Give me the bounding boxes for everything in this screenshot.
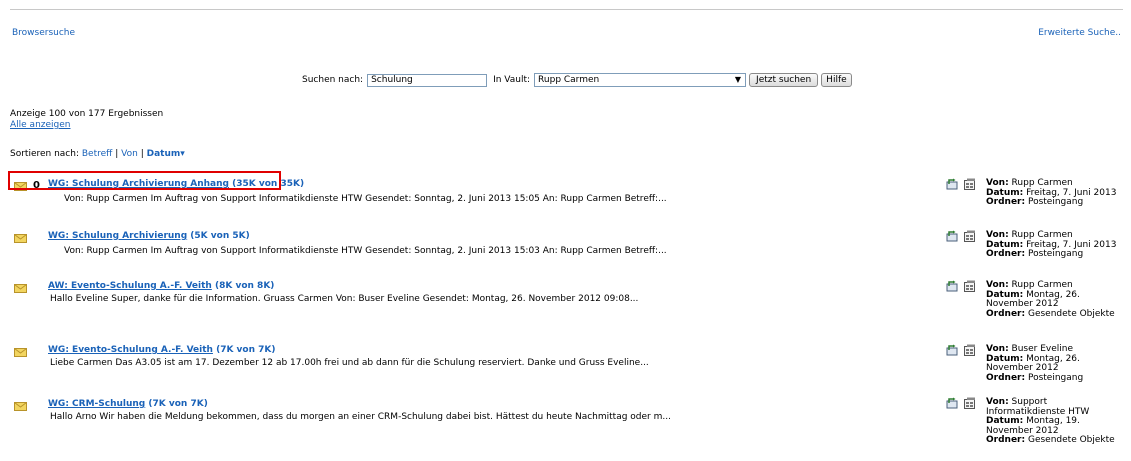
date-label: Datum: — [986, 416, 1024, 426]
result-size: (7K von 7K) — [148, 399, 208, 409]
show-all-link[interactable]: Alle anzeigen — [10, 120, 71, 130]
folder-value: Gesendete Objekte — [1027, 308, 1115, 319]
result-snippet: Von: Rupp Carmen Im Auftrag von Support … — [64, 194, 667, 204]
result-size: (8K von 8K) — [214, 281, 275, 291]
envelope-icon — [14, 348, 27, 357]
restore-icon[interactable] — [946, 178, 958, 190]
browse-search-link[interactable]: Browsersuche — [12, 28, 75, 38]
from-label: Von: — [986, 178, 1009, 188]
search-label: Suchen nach: — [302, 75, 364, 85]
date-label: Datum: — [986, 239, 1024, 250]
folder-value: Posteingang — [1027, 197, 1084, 207]
folder-value: Posteingang — [1027, 249, 1084, 259]
search-button[interactable]: Jetzt suchen — [749, 73, 819, 87]
result-snippet: Hallo Eveline Super, danke für die Infor… — [50, 294, 639, 304]
folder-label: Ordner: — [986, 308, 1026, 319]
subject-link[interactable]: AW: Evento-Schulung A.-F. Veith — [48, 281, 212, 291]
result-snippet: Von: Rupp Carmen Im Auftrag von Support … — [64, 246, 667, 256]
sort-desc-icon: ▾ — [180, 149, 185, 159]
highlight-box — [8, 171, 281, 190]
date-label: Datum: — [986, 187, 1024, 198]
folder-label: Ordner: — [986, 197, 1026, 207]
date-label: Datum: — [986, 289, 1024, 300]
from-value: Rupp Carmen — [1011, 280, 1073, 290]
date-value: Freitag, 7. Juni 2013 — [1026, 239, 1117, 250]
advanced-search-link[interactable]: Erweiterte Suche.. — [1038, 28, 1121, 38]
result-count: Anzeige 100 von 177 Ergebnissen — [10, 109, 164, 119]
restore-icon[interactable] — [946, 230, 958, 242]
vault-select-value: Rupp Carmen — [538, 75, 600, 85]
result-meta: Von: Rupp Carmen Datum: Freitag, 7. Juni… — [986, 230, 1121, 260]
sort-separator: | — [115, 149, 119, 159]
date-value: Freitag, 7. Juni 2013 — [1026, 187, 1117, 198]
help-button[interactable]: Hilfe — [821, 73, 852, 87]
vault-label: In Vault: — [493, 75, 531, 85]
subject-link[interactable]: WG: Schulung Archivierung — [48, 231, 187, 241]
from-label: Von: — [986, 397, 1009, 407]
envelope-icon — [14, 234, 27, 243]
message-properties-icon[interactable] — [964, 397, 976, 409]
subject-link[interactable]: WG: Evento-Schulung A.-F. Veith — [48, 345, 213, 355]
folder-label: Ordner: — [986, 435, 1026, 445]
message-properties-icon[interactable] — [964, 230, 976, 242]
chevron-down-icon: ▼ — [734, 75, 742, 84]
sort-date-link[interactable]: Datum▾ — [147, 149, 185, 159]
date-label: Datum: — [986, 353, 1024, 364]
message-properties-icon[interactable] — [964, 344, 976, 356]
result-size: (5K von 5K) — [190, 231, 250, 241]
from-value: Rupp Carmen — [1011, 230, 1073, 240]
from-label: Von: — [986, 344, 1009, 354]
folder-label: Ordner: — [986, 249, 1026, 259]
envelope-icon — [14, 284, 27, 293]
from-value: Buser Eveline — [1011, 344, 1074, 354]
from-value: Rupp Carmen — [1011, 178, 1073, 188]
folder-label: Ordner: — [986, 372, 1026, 383]
result-meta: Von: Rupp Carmen Datum: Montag, 26. Nove… — [986, 280, 1121, 319]
folder-value: Gesendete Objekte — [1027, 435, 1115, 445]
folder-value: Posteingang — [1027, 372, 1084, 383]
result-size: (7K von 7K) — [216, 345, 276, 355]
sort-separator: | — [140, 149, 144, 159]
sort-from-link[interactable]: Von — [121, 149, 138, 159]
result-subject: WG: Evento-Schulung A.-F. Veith (7K von … — [48, 345, 276, 355]
from-label: Von: — [986, 280, 1009, 290]
search-input[interactable] — [367, 73, 488, 87]
result-meta: Von: Buser Eveline Datum: Montag, 26. No… — [986, 344, 1121, 383]
sort-bar: Sortieren nach: Betreff | Von | Datum▾ — [10, 149, 185, 159]
restore-icon[interactable] — [946, 280, 958, 292]
sort-label: Sortieren nach: — [10, 149, 79, 159]
top-divider — [10, 9, 1123, 10]
restore-icon[interactable] — [946, 344, 958, 356]
result-meta: Von: Rupp Carmen Datum: Freitag, 7. Juni… — [986, 178, 1121, 208]
message-properties-icon[interactable] — [964, 178, 976, 190]
message-properties-icon[interactable] — [964, 280, 976, 292]
search-bar: Suchen nach: In Vault: Rupp Carmen ▼ Jet… — [302, 72, 852, 88]
vault-select[interactable]: Rupp Carmen ▼ — [534, 73, 747, 87]
result-subject: WG: Schulung Archivierung (5K von 5K) — [48, 231, 250, 241]
result-subject: WG: CRM-Schulung (7K von 7K) — [48, 399, 208, 409]
result-subject: AW: Evento-Schulung A.-F. Veith (8K von … — [48, 281, 274, 291]
from-label: Von: — [986, 230, 1009, 240]
subject-link[interactable]: WG: CRM-Schulung — [48, 399, 145, 409]
restore-icon[interactable] — [946, 397, 958, 409]
envelope-icon — [14, 402, 27, 411]
result-snippet: Hallo Arno Wir haben die Meldung bekomme… — [50, 412, 671, 422]
result-snippet: Liebe Carmen Das A3.05 ist am 17. Dezemb… — [50, 358, 649, 368]
sort-subject-link[interactable]: Betreff — [82, 149, 112, 159]
result-meta: Von: Support Informatikdienste HTW Datum… — [986, 397, 1121, 446]
